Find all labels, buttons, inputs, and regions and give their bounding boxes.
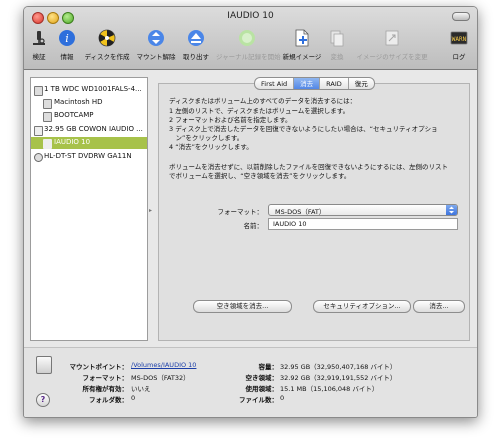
files-label: ファイル数： <box>239 396 278 404</box>
volume-icon <box>43 139 52 149</box>
resize-image-icon <box>383 29 401 47</box>
unmount-button[interactable]: マウント解除 <box>132 29 180 61</box>
device-list: 1 TB WDC WD1001FALS-4... Macintosh HD BO… <box>30 77 148 341</box>
new-image-icon <box>293 29 311 47</box>
format-info-value: MS-DOS（FAT32） <box>131 374 190 382</box>
used-value: 15.1 MB（15,106,048 バイト） <box>280 385 379 393</box>
folders-value: 0 <box>131 394 136 402</box>
owners-label: 所有権が有効： <box>82 385 129 393</box>
sidebar-item-label: HL-DT-ST DVDRW GA11N <box>44 152 132 160</box>
volume-icon <box>43 112 52 122</box>
erase-instruction-step: 4 “消去”をクリックします。 <box>169 143 253 151</box>
sidebar-item-label: 32.95 GB COWON IAUDIO ... <box>44 125 143 133</box>
sidebar-item-bootcamp[interactable]: BOOTCAMP <box>31 110 147 122</box>
toolbar-label: 情報 <box>60 53 74 61</box>
new-image-button[interactable]: 新規イメージ <box>282 29 322 61</box>
tab-raid[interactable]: RAID <box>320 78 349 89</box>
sidebar-item-macintosh-hd[interactable]: Macintosh HD <box>31 97 147 109</box>
burn-button[interactable]: ディスクを作成 <box>82 29 132 61</box>
info-bar: ? マウントポイント： /Volumes/IAUDIO 10 フォーマット： M… <box>24 347 477 417</box>
sidebar-item-label: BOOTCAMP <box>54 111 94 119</box>
volume-icon <box>43 99 52 109</box>
svg-text:i: i <box>65 32 69 45</box>
toolbar-label: マウント解除 <box>136 53 176 61</box>
popup-arrows-icon <box>446 205 457 215</box>
external-disk-icon <box>34 126 43 136</box>
title-bar: IAUDIO 10 検証 i 情報 ディスクを作成 マウント解除 取り出す ジャ… <box>24 7 477 70</box>
toolbar-label: 検証 <box>32 53 46 61</box>
available-label: 空き領域： <box>245 374 279 382</box>
optical-drive-icon <box>34 153 43 162</box>
toolbar-toggle-button[interactable] <box>452 12 470 21</box>
unmount-icon <box>147 29 165 47</box>
convert-button[interactable]: 変換 <box>326 29 348 61</box>
available-value: 32.92 GB（32,919,191,552 バイト） <box>280 374 397 382</box>
capacity-label: 容量： <box>258 363 279 371</box>
resize-image-button[interactable]: イメージのサイズを変更 <box>350 29 434 61</box>
volume-name-value: IAUDIO 10 <box>273 220 307 228</box>
volume-name-field[interactable]: IAUDIO 10 <box>268 218 458 230</box>
mount-point-link[interactable]: /Volumes/IAUDIO 10 <box>131 361 196 369</box>
tab-erase[interactable]: 消去 <box>294 78 321 89</box>
format-select[interactable]: MS-DOS（FAT） <box>268 204 458 216</box>
eject-button[interactable]: 取り出す <box>179 29 213 61</box>
security-options-button[interactable]: セキュリティオプション... <box>313 300 411 313</box>
used-label: 使用領域： <box>245 385 279 393</box>
toolbar-label: ログ <box>452 53 466 61</box>
window-title: IAUDIO 10 <box>227 11 274 21</box>
sidebar-item-dvd-drive[interactable]: HL-DT-ST DVDRW GA11N <box>31 151 147 163</box>
eject-icon <box>187 29 205 47</box>
microscope-icon <box>30 29 48 47</box>
toolbar-label: ディスクを作成 <box>84 53 130 61</box>
tab-restore[interactable]: 復元 <box>349 78 374 89</box>
mount-point-label: マウントポイント： <box>69 363 129 371</box>
sidebar-item-label: 1 TB WDC WD1001FALS-4... <box>44 85 142 93</box>
format-info-label: フォーマット： <box>82 374 129 382</box>
tab-first-aid[interactable]: First Aid <box>255 78 295 89</box>
svg-text:WARN: WARN <box>452 36 467 43</box>
erase-free-space-button[interactable]: 空き領域を消去... <box>193 300 292 313</box>
toolbar-label: イメージのサイズを変更 <box>356 53 428 61</box>
tab-bar: First Aid 消去 RAID 復元 <box>254 77 375 90</box>
convert-icon <box>328 29 346 47</box>
info-button[interactable]: i 情報 <box>54 29 80 61</box>
name-label: 名前： <box>243 222 264 230</box>
disk-utility-window: IAUDIO 10 検証 i 情報 ディスクを作成 マウント解除 取り出す ジャ… <box>23 6 478 418</box>
sidebar-item-label: Macintosh HD <box>54 98 103 106</box>
log-icon: WARN <box>450 29 468 47</box>
burn-icon <box>98 29 116 47</box>
enable-journaling-button[interactable]: ジャーナル記録を開始 <box>216 29 281 61</box>
files-value: 0 <box>280 394 285 402</box>
sidebar-item-cowon[interactable]: 32.95 GB COWON IAUDIO ... <box>31 124 147 136</box>
sidebar-item-disk-1tb[interactable]: 1 TB WDC WD1001FALS-4... <box>31 84 147 96</box>
toolbar-label: 変換 <box>330 53 344 61</box>
toolbar-label: ジャーナル記録を開始 <box>216 53 281 61</box>
log-button[interactable]: WARN ログ <box>446 29 472 61</box>
info-icon: i <box>58 29 76 47</box>
sidebar-item-label: IAUDIO 10 <box>54 138 91 146</box>
erase-panel: ディスクまたはボリューム上のすべてのデータを消去するには： 1 左側のリストで、… <box>158 83 470 341</box>
splitter-handle[interactable]: ▸ <box>149 207 152 214</box>
hard-disk-icon <box>34 86 43 96</box>
format-label: フォーマット： <box>217 208 264 216</box>
format-select-value: MS-DOS（FAT） <box>275 208 326 216</box>
erase-button[interactable]: 消去... <box>413 300 465 313</box>
sidebar-item-iaudio10[interactable]: IAUDIO 10 <box>31 137 147 149</box>
verify-button[interactable]: 検証 <box>26 29 52 61</box>
owners-value: いいえ <box>131 385 151 393</box>
erase-free-space-note: でボリュームを選択し、“空き領域を消去”をクリックします。 <box>169 172 351 180</box>
folders-label: フォルダ数： <box>89 396 128 404</box>
toolbar-label: 新規イメージ <box>282 53 322 61</box>
toolbar-label: 取り出す <box>183 53 209 61</box>
capacity-value: 32.95 GB（32,950,407,168 バイト） <box>280 363 397 371</box>
erase-instructions-title: ディスクまたはボリューム上のすべてのデータを消去するには： <box>169 97 357 105</box>
journal-icon <box>238 29 256 47</box>
